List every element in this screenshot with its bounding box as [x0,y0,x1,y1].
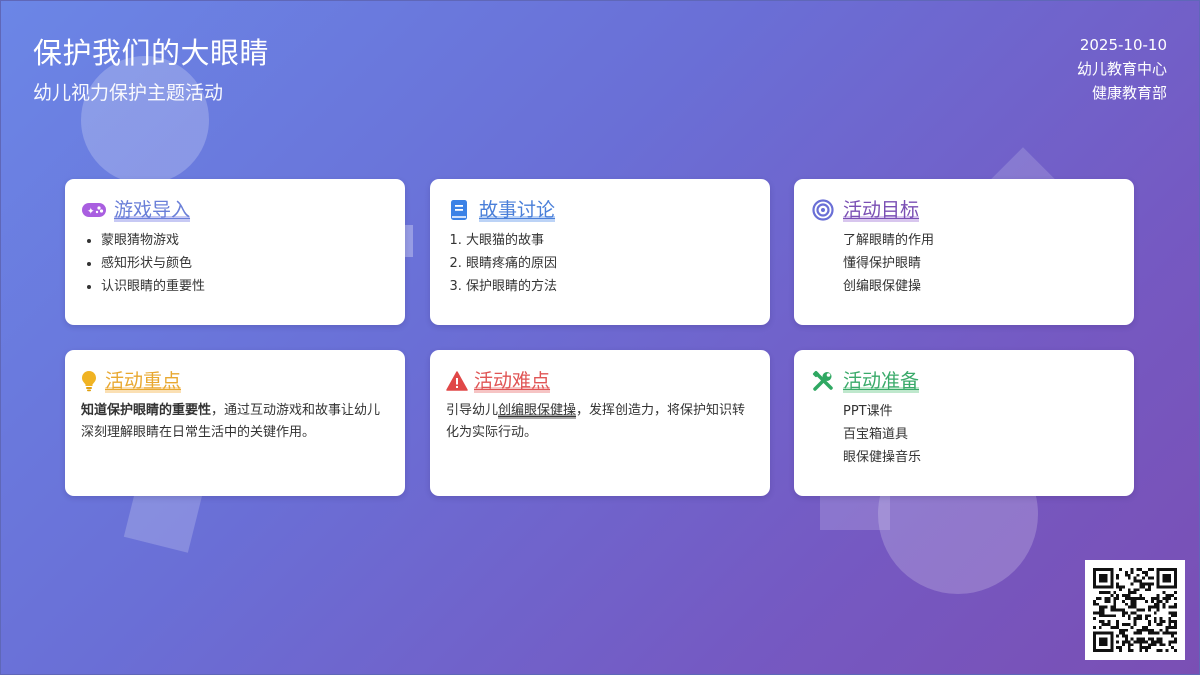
list-item: 眼保健操音乐 [843,450,922,465]
lightbulb-icon [81,368,97,394]
list-item: 蒙眼猜物游戏 [101,229,389,252]
page-title: 保护我们的大眼睛 [33,36,270,70]
card-title: 活动准备 [843,369,920,393]
difficulty-highlight: 创编眼保健操 [498,403,577,419]
card-list: 大眼猫的故事 眼睛疼痛的原因 保护眼睛的方法 [446,229,754,298]
date-text: 2025-10-10 [1079,36,1167,54]
list-item: 百宝箱道具 [843,427,909,442]
list-item: 大眼猫的故事 [466,229,754,252]
card-paragraph: 知道保护眼睛的重要性，通过互动游戏和故事让幼儿深刻理解眼睛在日常生活中的关键作用… [81,400,389,444]
card-key-points: 活动重点 知道保护眼睛的重要性，通过互动游戏和故事让幼儿深刻理解眼睛在日常生活中… [65,350,405,496]
card-title: 游戏导入 [114,198,191,222]
svg-text:✦: ✦ [87,207,95,217]
card-title: 活动目标 [843,198,920,222]
card-difficulty: 活动难点 引导幼儿创编眼保健操，发挥创造力，将保护知识转化为实际行动。 [430,350,770,496]
card-goals: 活动目标 了解眼睛的作用 懂得保护眼睛 创编眼保健操 [794,179,1134,325]
list-item: 眼睛疼痛的原因 [466,252,754,275]
qr-code [1085,560,1185,660]
paragraph-text: 引导幼儿 [446,403,499,418]
dept-text: 健康教育部 [1091,84,1167,102]
card-game-intro: ✦ 游戏导入 蒙眼猜物游戏 感知形状与颜色 认识眼睛的重要性 [65,179,405,325]
book-icon [446,197,472,223]
list-item: 认识眼睛的重要性 [101,275,389,298]
card-title: 活动难点 [474,369,551,393]
card-list: PPT课件 百宝箱道具 眼保健操音乐 [810,400,1118,469]
list-item: 了解眼睛的作用 [843,233,935,248]
decor-bar [404,225,413,257]
card-preparation: 活动准备 PPT课件 百宝箱道具 眼保健操音乐 [794,350,1134,496]
key-emphasis: 知道保护眼睛的重要性 [81,403,212,418]
card-story: 故事讨论 大眼猫的故事 眼睛疼痛的原因 保护眼睛的方法 [430,179,770,325]
target-icon [810,197,836,223]
list-item: 创编眼保健操 [843,279,922,294]
gamepad-icon: ✦ [81,197,107,223]
qr-code-icon [1093,568,1177,652]
org-text: 幼儿教育中心 [1076,60,1167,78]
card-title: 故事讨论 [479,198,556,222]
list-item: 感知形状与颜色 [101,252,389,275]
card-title: 活动重点 [105,369,182,393]
card-paragraph: 引导幼儿创编眼保健操，发挥创造力，将保护知识转化为实际行动。 [446,400,754,444]
header-meta: 2025-10-10 幼儿教育中心 健康教育部 [1077,33,1167,105]
card-list: 蒙眼猜物游戏 感知形状与颜色 认识眼睛的重要性 [81,229,389,298]
warning-icon [446,368,468,394]
list-item: PPT课件 [843,404,893,419]
card-list: 了解眼睛的作用 懂得保护眼睛 创编眼保健操 [810,229,1118,298]
tools-icon [810,368,836,394]
page-subtitle: 幼儿视力保护主题活动 [33,82,224,104]
list-item: 保护眼睛的方法 [466,275,754,298]
decor-circle-left [81,56,209,184]
list-item: 懂得保护眼睛 [843,256,922,271]
